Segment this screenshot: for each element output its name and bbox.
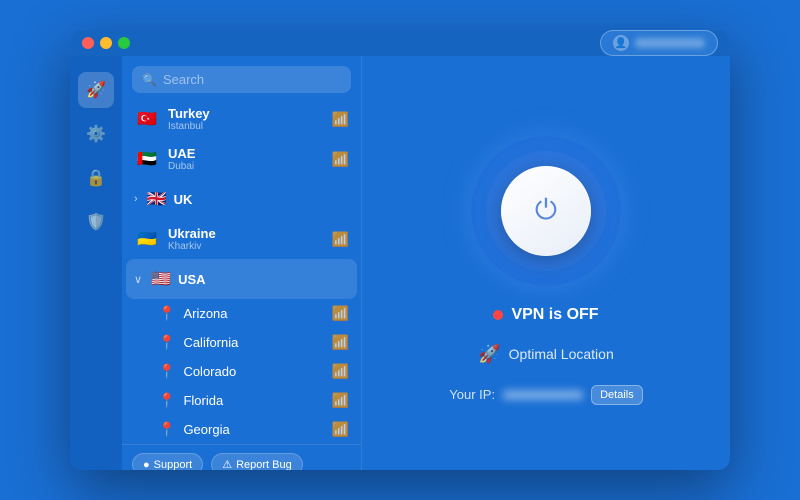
- server-info-uk: UK: [174, 192, 349, 207]
- signal-california: 📶: [332, 334, 349, 351]
- vpn-status: VPN is OFF: [493, 306, 598, 324]
- city-name-california: California: [183, 335, 323, 350]
- server-name-uae: UAE: [168, 146, 324, 161]
- details-button[interactable]: Details: [591, 385, 643, 405]
- server-name-usa: USA: [178, 272, 349, 287]
- flag-ukraine: 🇺🇦: [134, 226, 160, 252]
- support-label: Support: [154, 459, 193, 471]
- ip-row: Your IP: Details: [449, 385, 642, 405]
- sidebar-icons: 🚀 ⚙️ 🔒 🛡️: [70, 56, 122, 470]
- search-input[interactable]: [163, 72, 341, 87]
- signal-turkey: 📶: [332, 111, 349, 128]
- city-item-georgia[interactable]: 📍 Georgia 📶: [126, 415, 357, 444]
- close-button[interactable]: [82, 37, 94, 49]
- report-bug-button[interactable]: ⚠ Report Bug: [211, 453, 303, 470]
- signal-colorado: 📶: [332, 363, 349, 380]
- server-city-uae: Dubai: [168, 161, 324, 172]
- server-info-ukraine: Ukraine Kharkiv: [168, 226, 324, 252]
- server-item-uae[interactable]: 🇦🇪 UAE Dubai 📶: [126, 139, 357, 179]
- city-name-arizona: Arizona: [183, 306, 323, 321]
- server-item-turkey[interactable]: 🇹🇷 Turkey Istanbul 📶: [126, 99, 357, 139]
- server-name-turkey: Turkey: [168, 106, 324, 121]
- minimize-button[interactable]: [100, 37, 112, 49]
- your-ip-label: Your IP:: [449, 387, 495, 402]
- sidebar-item-shield[interactable]: 🛡️: [78, 204, 114, 240]
- server-list: 🇹🇷 Turkey Istanbul 📶 🇦🇪 UAE Dubai 📶: [122, 99, 361, 444]
- city-name-florida: Florida: [183, 393, 323, 408]
- flag-usa: 🇺🇸: [148, 266, 174, 292]
- power-button[interactable]: ⏻: [501, 166, 591, 256]
- main-content: 🚀 ⚙️ 🔒 🛡️ 🔍 🇹🇷 Turkey Istanbul: [70, 56, 730, 470]
- optimal-location-label: Optimal Location: [509, 346, 614, 362]
- server-item-uk[interactable]: › 🇬🇧 UK: [126, 179, 357, 219]
- ip-address: [503, 390, 583, 400]
- city-item-colorado[interactable]: 📍 Colorado 📶: [126, 357, 357, 386]
- signal-florida: 📶: [332, 392, 349, 409]
- signal-arizona: 📶: [332, 305, 349, 322]
- pin-icon-california: 📍: [158, 334, 175, 351]
- user-badge[interactable]: 👤: [600, 30, 718, 56]
- maximize-button[interactable]: [118, 37, 130, 49]
- pin-icon-georgia: 📍: [158, 421, 175, 438]
- power-button-container: ⏻: [471, 136, 621, 286]
- signal-ukraine: 📶: [332, 231, 349, 248]
- panel-footer: ● Support ⚠ Report Bug: [122, 444, 361, 470]
- flag-turkey: 🇹🇷: [134, 106, 160, 132]
- server-item-usa[interactable]: ∨ 🇺🇸 USA: [126, 259, 357, 299]
- vpn-status-label: VPN is OFF: [511, 306, 598, 324]
- power-symbol-icon: ⏻: [535, 194, 557, 227]
- city-item-california[interactable]: 📍 California 📶: [126, 328, 357, 357]
- app-window: 👤 🚀 ⚙️ 🔒 🛡️ 🔍 🇹🇷: [70, 30, 730, 470]
- title-bar: 👤: [70, 30, 730, 56]
- city-name-colorado: Colorado: [183, 364, 323, 379]
- server-name-uk: UK: [174, 192, 349, 207]
- title-bar-right: 👤: [600, 30, 718, 56]
- pin-icon-colorado: 📍: [158, 363, 175, 380]
- server-name-ukraine: Ukraine: [168, 226, 324, 241]
- bug-icon: ⚠: [222, 458, 232, 470]
- server-city-turkey: Istanbul: [168, 121, 324, 132]
- right-panel: ⏻ VPN is OFF 🚀 Optimal Location Your IP:…: [362, 56, 730, 470]
- flag-uae: 🇦🇪: [134, 146, 160, 172]
- optimal-location[interactable]: 🚀 Optimal Location: [478, 344, 613, 365]
- server-list-panel: 🔍 🇹🇷 Turkey Istanbul 📶 🇦🇪: [122, 56, 362, 470]
- report-bug-label: Report Bug: [236, 459, 292, 471]
- search-icon: 🔍: [142, 73, 157, 87]
- server-info-turkey: Turkey Istanbul: [168, 106, 324, 132]
- chevron-down-icon-usa: ∨: [134, 273, 142, 286]
- support-button[interactable]: ● Support: [132, 453, 203, 470]
- user-name: [635, 38, 705, 48]
- pin-icon-arizona: 📍: [158, 305, 175, 322]
- city-item-arizona[interactable]: 📍 Arizona 📶: [126, 299, 357, 328]
- status-dot: [493, 310, 503, 320]
- flag-uk: 🇬🇧: [144, 186, 170, 212]
- sidebar-item-servers[interactable]: 🚀: [78, 72, 114, 108]
- signal-georgia: 📶: [332, 421, 349, 438]
- search-bar: 🔍: [132, 66, 351, 93]
- support-icon: ●: [143, 459, 150, 471]
- rocket-optimal-icon: 🚀: [478, 344, 500, 365]
- server-info-usa: USA: [178, 272, 349, 287]
- city-item-florida[interactable]: 📍 Florida 📶: [126, 386, 357, 415]
- traffic-lights: [82, 37, 130, 49]
- sidebar-item-lock[interactable]: 🔒: [78, 160, 114, 196]
- city-name-georgia: Georgia: [183, 422, 323, 437]
- user-avatar-icon: 👤: [613, 35, 629, 51]
- pin-icon-florida: 📍: [158, 392, 175, 409]
- server-info-uae: UAE Dubai: [168, 146, 324, 172]
- signal-uae: 📶: [332, 151, 349, 168]
- sidebar-item-settings[interactable]: ⚙️: [78, 116, 114, 152]
- chevron-right-icon-uk: ›: [134, 193, 138, 205]
- server-city-ukraine: Kharkiv: [168, 241, 324, 252]
- server-item-ukraine[interactable]: 🇺🇦 Ukraine Kharkiv 📶: [126, 219, 357, 259]
